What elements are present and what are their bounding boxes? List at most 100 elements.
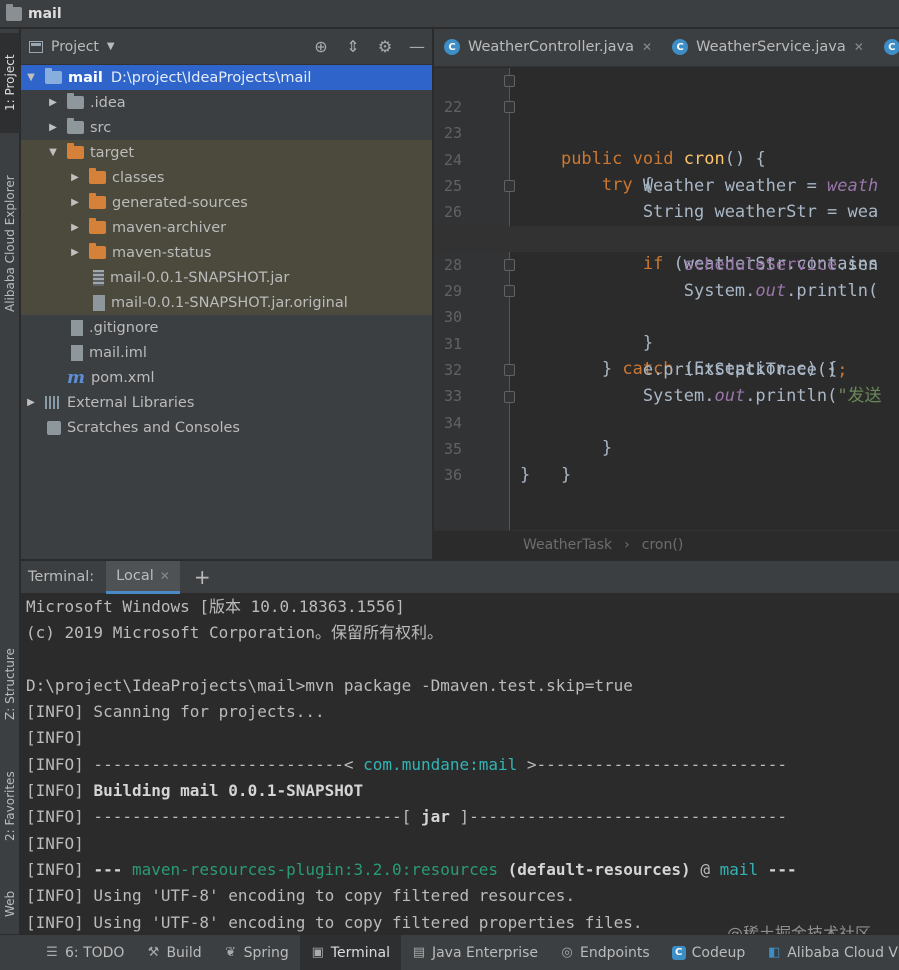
tool-button-alibaba-cloud-view[interactable]: ◧ Alibaba Cloud View xyxy=(756,935,899,970)
folder-icon xyxy=(67,93,84,109)
terminal-line: [INFO] xyxy=(26,833,84,853)
code-line: 27 scheduleService.sen xyxy=(434,200,899,275)
collapsed-arrow-icon[interactable]: ▶ xyxy=(25,397,37,408)
tree-item-jar[interactable]: mail-0.0.1-SNAPSHOT.jar xyxy=(21,265,432,290)
tool-button-build[interactable]: ⚒ Build xyxy=(135,935,212,970)
breadcrumb-method[interactable]: cron() xyxy=(642,537,684,553)
code-line: 34 } xyxy=(434,384,899,485)
left-tool-strip: 1: Project Alibaba Cloud Explorer Z: Str… xyxy=(0,29,20,934)
chevron-right-icon: › xyxy=(624,537,630,553)
collapsed-arrow-icon[interactable]: ▶ xyxy=(47,122,59,133)
collapsed-arrow-icon[interactable]: ▶ xyxy=(69,222,81,233)
tree-item-label: .idea xyxy=(90,94,126,111)
breadcrumb-class[interactable]: WeatherTask xyxy=(523,537,612,553)
tree-item-label: .gitignore xyxy=(89,319,159,336)
tree-item-maven-archiver[interactable]: ▶ maven-archiver xyxy=(21,215,432,240)
add-tab-icon[interactable]: + xyxy=(194,565,211,589)
tool-button-endpoints[interactable]: ◎ Endpoints xyxy=(549,935,661,970)
collapsed-arrow-icon[interactable]: ▶ xyxy=(69,197,81,208)
terminal-tab-local[interactable]: Local ✕ xyxy=(106,560,180,594)
tree-item-jar-original[interactable]: mail-0.0.1-SNAPSHOT.jar.original xyxy=(21,290,432,315)
tree-item-external-libraries[interactable]: ▶ External Libraries xyxy=(21,390,432,415)
project-panel-header: Project ▼ ⊕ ⇕ ⚙ — xyxy=(21,29,432,65)
endpoints-icon: ◎ xyxy=(561,944,573,960)
breadcrumb: WeatherTask › cron() xyxy=(434,530,899,559)
tool-tab-structure[interactable]: Z: Structure xyxy=(0,629,20,739)
fold-marker-icon[interactable] xyxy=(504,364,515,377)
fold-marker-icon[interactable] xyxy=(504,285,515,298)
editor-tab-weather-service[interactable]: C WeatherService.java ✕ xyxy=(662,29,874,66)
bottom-tool-bar: ☰ 6: TODO ⚒ Build ❦ Spring ▣ Terminal ▤ … xyxy=(0,934,899,970)
fold-marker-icon[interactable] xyxy=(504,259,515,272)
unknown-file-icon xyxy=(93,294,105,311)
tree-item-idea[interactable]: ▶ .idea xyxy=(21,90,432,115)
tool-tab-project[interactable]: 1: Project xyxy=(0,33,20,133)
tree-item-target[interactable]: ▼ target xyxy=(21,140,432,165)
fold-marker-icon[interactable] xyxy=(504,180,515,193)
tree-item-classes[interactable]: ▶ classes xyxy=(21,165,432,190)
tree-item-label: mail xyxy=(68,69,103,86)
tool-tab-web[interactable]: Web xyxy=(0,874,20,934)
excluded-folder-icon xyxy=(67,143,84,159)
code-line: 35 } xyxy=(434,410,899,485)
hide-icon[interactable]: — xyxy=(408,37,426,56)
tree-item-generated-sources[interactable]: ▶ generated-sources xyxy=(21,190,432,215)
tool-button-todo[interactable]: ☰ 6: TODO xyxy=(34,935,135,970)
java-class-icon: C xyxy=(672,39,689,55)
gear-icon[interactable]: ⚙ xyxy=(376,37,394,56)
fold-marker-icon[interactable] xyxy=(504,75,515,87)
collapsed-arrow-icon[interactable]: ▶ xyxy=(47,97,59,108)
editor-tab-bar: C WeatherController.java ✕ C WeatherServ… xyxy=(434,29,899,67)
tab-label: WeatherController.java xyxy=(468,39,635,55)
chevron-down-icon[interactable]: ▼ xyxy=(107,41,115,52)
tree-item-label: src xyxy=(90,119,112,136)
editor-tab-weather-controller[interactable]: C WeatherController.java ✕ xyxy=(434,29,662,66)
todo-icon: ☰ xyxy=(46,944,58,960)
code-editor[interactable]: 22 public void cron() { 23 try { 24 Weat… xyxy=(434,68,899,530)
code-line: 23 try { xyxy=(434,94,899,195)
tool-button-terminal[interactable]: ▣ Terminal xyxy=(299,934,401,970)
fold-marker-icon[interactable] xyxy=(504,101,515,114)
codeup-icon: C xyxy=(671,945,686,960)
module-folder-icon xyxy=(45,68,62,84)
project-view-selector[interactable]: Project xyxy=(51,39,99,55)
terminal-line: [INFO] --------------------------------[… xyxy=(26,807,788,827)
terminal-line: [INFO] Building mail 0.0.1-SNAPSHOT xyxy=(26,781,364,801)
close-icon[interactable]: ✕ xyxy=(160,569,170,583)
close-icon[interactable]: ✕ xyxy=(854,40,864,54)
tree-item-gitignore[interactable]: .gitignore xyxy=(21,315,432,340)
tool-tab-alibaba-cloud-explorer[interactable]: Alibaba Cloud Explorer xyxy=(0,149,20,339)
collapsed-arrow-icon[interactable]: ▶ xyxy=(69,247,81,258)
project-panel: Project ▼ ⊕ ⇕ ⚙ — ▼ mail D:\project\Idea… xyxy=(21,29,433,559)
tree-item-maven-status[interactable]: ▶ maven-status xyxy=(21,240,432,265)
excluded-folder-icon xyxy=(89,193,106,209)
tree-item-pom-xml[interactable]: m pom.xml xyxy=(21,365,432,390)
tree-item-scratches[interactable]: Scratches and Consoles xyxy=(21,415,432,440)
terminal-output[interactable]: Microsoft Windows [版本 10.0.18363.1556] (… xyxy=(21,594,899,934)
expanded-arrow-icon[interactable]: ▼ xyxy=(47,147,59,158)
tree-item-mail-iml[interactable]: mail.iml xyxy=(21,340,432,365)
tree-item-src[interactable]: ▶ src xyxy=(21,115,432,140)
terminal-header: Terminal: Local ✕ + xyxy=(21,560,899,594)
close-icon[interactable]: ✕ xyxy=(642,40,652,54)
fold-marker-icon[interactable] xyxy=(504,390,515,403)
locate-icon[interactable]: ⊕ xyxy=(312,37,330,56)
tool-button-label: 6: TODO xyxy=(65,944,125,961)
tree-item-mail[interactable]: ▼ mail D:\project\IdeaProjects\mail xyxy=(21,65,432,90)
collapse-all-icon[interactable]: ⇕ xyxy=(344,37,362,56)
line-number: 36 xyxy=(443,466,462,485)
editor-tab-overflow[interactable]: C xyxy=(874,29,899,66)
expanded-arrow-icon[interactable]: ▼ xyxy=(25,72,37,83)
tool-button-spring[interactable]: ❦ Spring xyxy=(213,935,300,970)
collapsed-arrow-icon[interactable]: ▶ xyxy=(69,172,81,183)
tree-item-label: pom.xml xyxy=(91,369,155,386)
tool-tab-favorites[interactable]: 2: Favorites xyxy=(0,751,20,861)
tree-item-label: target xyxy=(90,144,135,161)
java-enterprise-icon: ▤ xyxy=(412,944,426,960)
tool-button-java-enterprise[interactable]: ▤ Java Enterprise xyxy=(401,935,549,970)
tab-label: WeatherService.java xyxy=(696,39,846,55)
tool-button-label: Endpoints xyxy=(580,944,650,961)
hammer-icon: ⚒ xyxy=(147,944,160,960)
tool-button-codeup[interactable]: C Codeup xyxy=(661,935,757,970)
